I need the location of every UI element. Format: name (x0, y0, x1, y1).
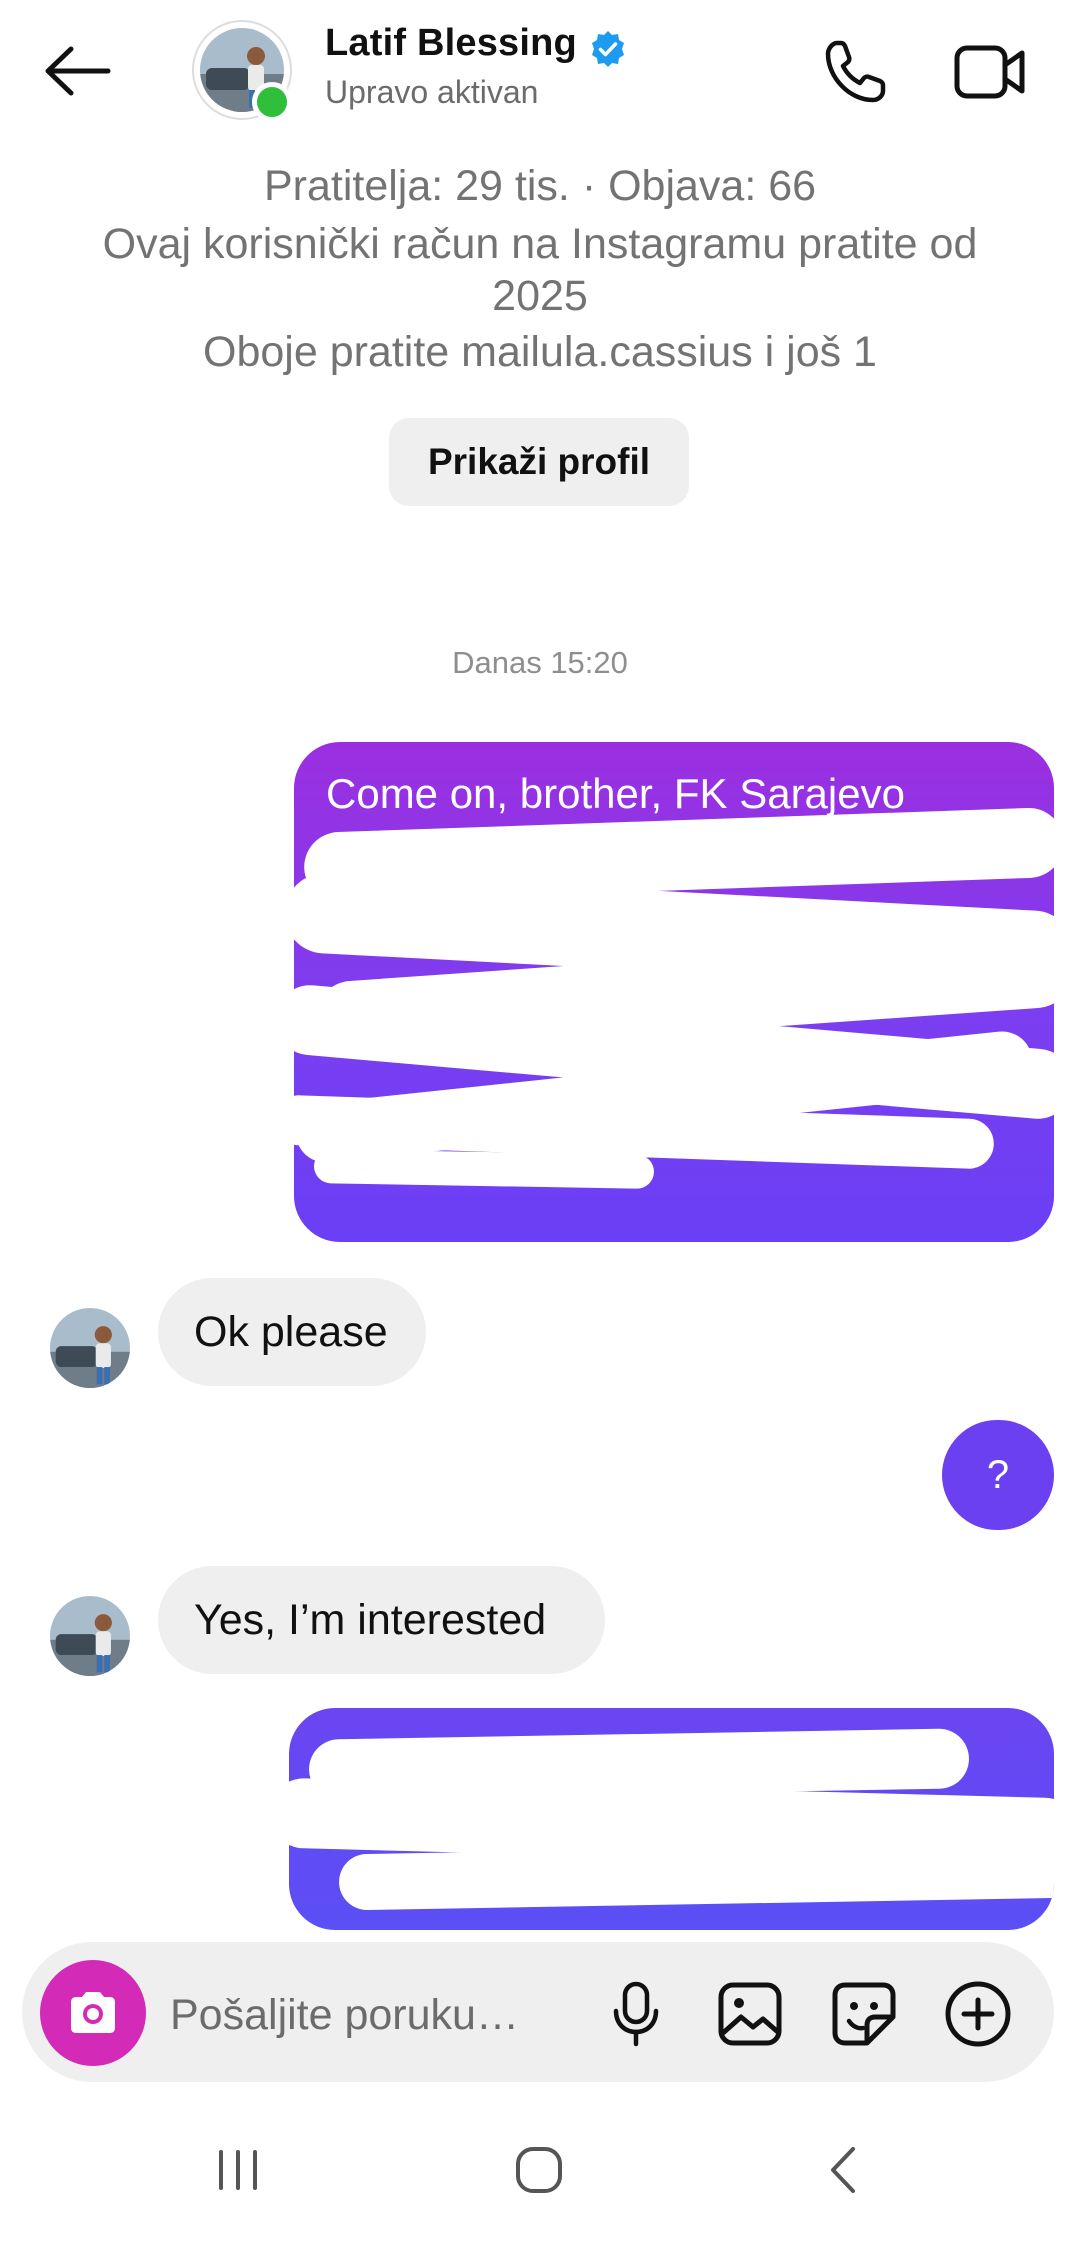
recents-button[interactable] (188, 2120, 288, 2220)
recents-icon (219, 2150, 257, 2190)
message-text: ? (986, 1452, 1010, 1497)
back-button[interactable] (38, 34, 118, 108)
chat-timestamp: Danas 15:20 (452, 645, 628, 680)
sticker-icon (832, 1982, 896, 2046)
profile-stats: Pratitelja: 29 tis. · Objava: 66 (263, 162, 817, 210)
gallery-icon (718, 1982, 782, 2046)
voice-message-button[interactable] (598, 1976, 674, 2052)
mutual-followers: Oboje pratite mailula.cassius i još 1 (203, 328, 877, 376)
nav-back-icon (831, 2147, 855, 2193)
following-since-year: 2025 (492, 272, 588, 320)
microphone-icon (613, 1981, 659, 2047)
plus-circle-icon (945, 1981, 1011, 2047)
video-camera-icon (954, 45, 1025, 99)
incoming-message[interactable]: Ok please (158, 1278, 426, 1386)
back-arrow-icon (45, 46, 111, 96)
message-text: Ok please (194, 1307, 388, 1356)
phone-icon (825, 40, 886, 103)
contact-name[interactable]: Latif Blessing (325, 22, 577, 65)
gallery-button[interactable] (712, 1976, 788, 2052)
outgoing-message[interactable] (289, 1708, 1054, 1930)
sender-avatar[interactable] (50, 1308, 130, 1388)
chat-header: Latif Blessing Upravo aktivan (0, 0, 1080, 140)
home-button[interactable] (489, 2120, 589, 2220)
camera-button[interactable] (40, 1960, 146, 2066)
profile-summary: Pratitelja: 29 tis. · Objava: 66 Ovaj ko… (0, 160, 1080, 378)
system-navigation-bar (0, 2100, 1080, 2247)
redaction-mark (338, 1841, 1054, 1911)
online-indicator (252, 82, 292, 122)
verified-badge-icon (589, 30, 627, 68)
sender-avatar[interactable] (50, 1596, 130, 1676)
more-options-button[interactable] (940, 1976, 1016, 2052)
video-call-button[interactable] (948, 32, 1032, 112)
outgoing-message[interactable]: Come on, brother, FK Sarajevo (294, 742, 1054, 1242)
home-icon (516, 2147, 562, 2193)
sticker-button[interactable] (826, 1976, 902, 2052)
message-input[interactable] (170, 1980, 590, 2050)
outgoing-message[interactable]: ? (942, 1420, 1054, 1530)
view-profile-button[interactable]: Prikaži profil (389, 418, 689, 506)
voice-call-button[interactable] (815, 32, 895, 112)
following-since: Ovaj korisnički račun na Instagramu prat… (102, 220, 978, 268)
incoming-message[interactable]: Yes, I’m interested (158, 1566, 605, 1674)
contact-status: Upravo aktivan (325, 74, 539, 110)
nav-back-button[interactable] (792, 2120, 892, 2220)
message-text: Yes, I’m interested (194, 1595, 547, 1644)
camera-icon (71, 1992, 115, 2033)
redaction-mark (313, 1149, 655, 1189)
